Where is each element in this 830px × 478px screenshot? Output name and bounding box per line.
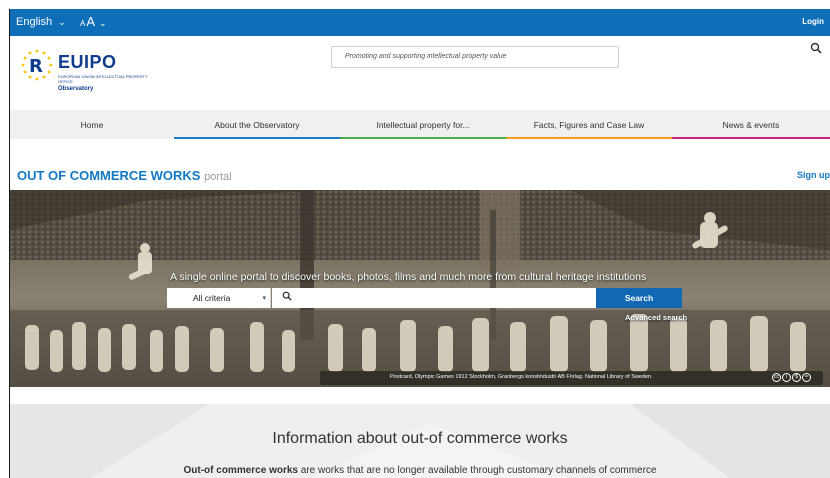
signup-link[interactable]: Sign up — [797, 170, 830, 180]
login-link[interactable]: Login — [802, 17, 824, 26]
nav-accent-bar — [174, 137, 340, 139]
portal-title: OUT OF COMMERCE WORKS portal — [17, 168, 232, 183]
nav-item-facts[interactable]: Facts, Figures and Case Law — [506, 110, 672, 139]
chevron-down-icon: ⌄ — [58, 16, 66, 27]
font-size-selector[interactable]: A A ⌄ — [80, 14, 107, 29]
nav-accent-bar — [672, 137, 830, 139]
photo-caption: Postcard, Olympic Games 1912 Stockholm, … — [320, 371, 823, 385]
cc-icon: cc — [772, 373, 781, 382]
nav-accent-bar — [340, 137, 506, 139]
header-search-button[interactable] — [810, 42, 830, 64]
nav-item-news[interactable]: News & events — [672, 110, 830, 139]
nav-item-label: About the Observatory — [214, 119, 300, 130]
info-text: Out-of commerce works are works that are… — [10, 465, 830, 476]
cc-license-icons[interactable]: cc i $ = — [772, 373, 811, 382]
search-button[interactable]: Search — [596, 288, 682, 308]
portal-title-suffix: portal — [204, 171, 232, 183]
nav-item-ip-for[interactable]: Intellectual property for... — [340, 110, 506, 139]
logo-subtitle: European Union Intellectual Property Off… — [58, 74, 148, 84]
language-selector[interactable]: English ⌄ — [16, 16, 66, 28]
eu-stars-icon: R — [21, 49, 53, 81]
cc-nc-icon: $ — [792, 373, 801, 382]
portal-title-main: OUT OF COMMERCE WORKS — [17, 168, 201, 183]
main-navigation: Home About the Observatory Intellectual … — [10, 110, 830, 139]
hero-search-input[interactable] — [272, 288, 596, 308]
search-icon — [810, 42, 822, 54]
cc-sa-icon: = — [802, 373, 811, 382]
nav-item-home[interactable]: Home — [10, 110, 174, 139]
chevron-down-icon: ⌄ — [99, 18, 107, 28]
font-large-label: A — [86, 14, 96, 29]
tagline: Promoting and supporting intellectual pr… — [331, 46, 619, 68]
nav-item-label: News & events — [722, 119, 780, 130]
nav-item-label: Home — [80, 119, 104, 130]
nav-item-label: Intellectual property for... — [376, 119, 470, 130]
nav-item-about[interactable]: About the Observatory — [174, 110, 340, 139]
language-label: English — [16, 16, 53, 28]
cc-by-icon: i — [782, 373, 791, 382]
nav-accent-bar — [506, 137, 672, 139]
font-small-label: A — [80, 19, 86, 28]
info-title: Information about out-of commerce works — [272, 430, 568, 447]
info-section: Information about out-of commerce works … — [10, 404, 830, 478]
info-text-bold[interactable]: Out-of commerce works — [184, 465, 298, 476]
top-utility-bar: English ⌄ A A ⌄ Login — [10, 9, 830, 36]
logo-observatory: Observatory — [58, 86, 94, 92]
caption-text: Postcard, Olympic Games 1912 Stockholm, … — [390, 374, 653, 380]
caret-down-icon: ▾ — [262, 295, 266, 302]
info-text-rest: are works that are no longer available t… — [297, 465, 657, 476]
criteria-select[interactable]: All criteria ▾ — [167, 288, 271, 308]
nav-item-label: Facts, Figures and Case Law — [533, 119, 645, 130]
hero-banner: A single online portal to discover books… — [10, 190, 830, 387]
advanced-search-link[interactable]: Advanced search — [625, 313, 687, 322]
logo-name: EUIPO — [58, 52, 117, 72]
site-header: R EUIPO European Union Intellectual Prop… — [10, 36, 830, 110]
hero-headline: A single online portal to discover books… — [170, 271, 647, 283]
svg-text:R: R — [29, 56, 43, 77]
criteria-value: All criteria — [193, 293, 231, 303]
euipo-logo[interactable]: R EUIPO European Union Intellectual Prop… — [18, 46, 158, 94]
